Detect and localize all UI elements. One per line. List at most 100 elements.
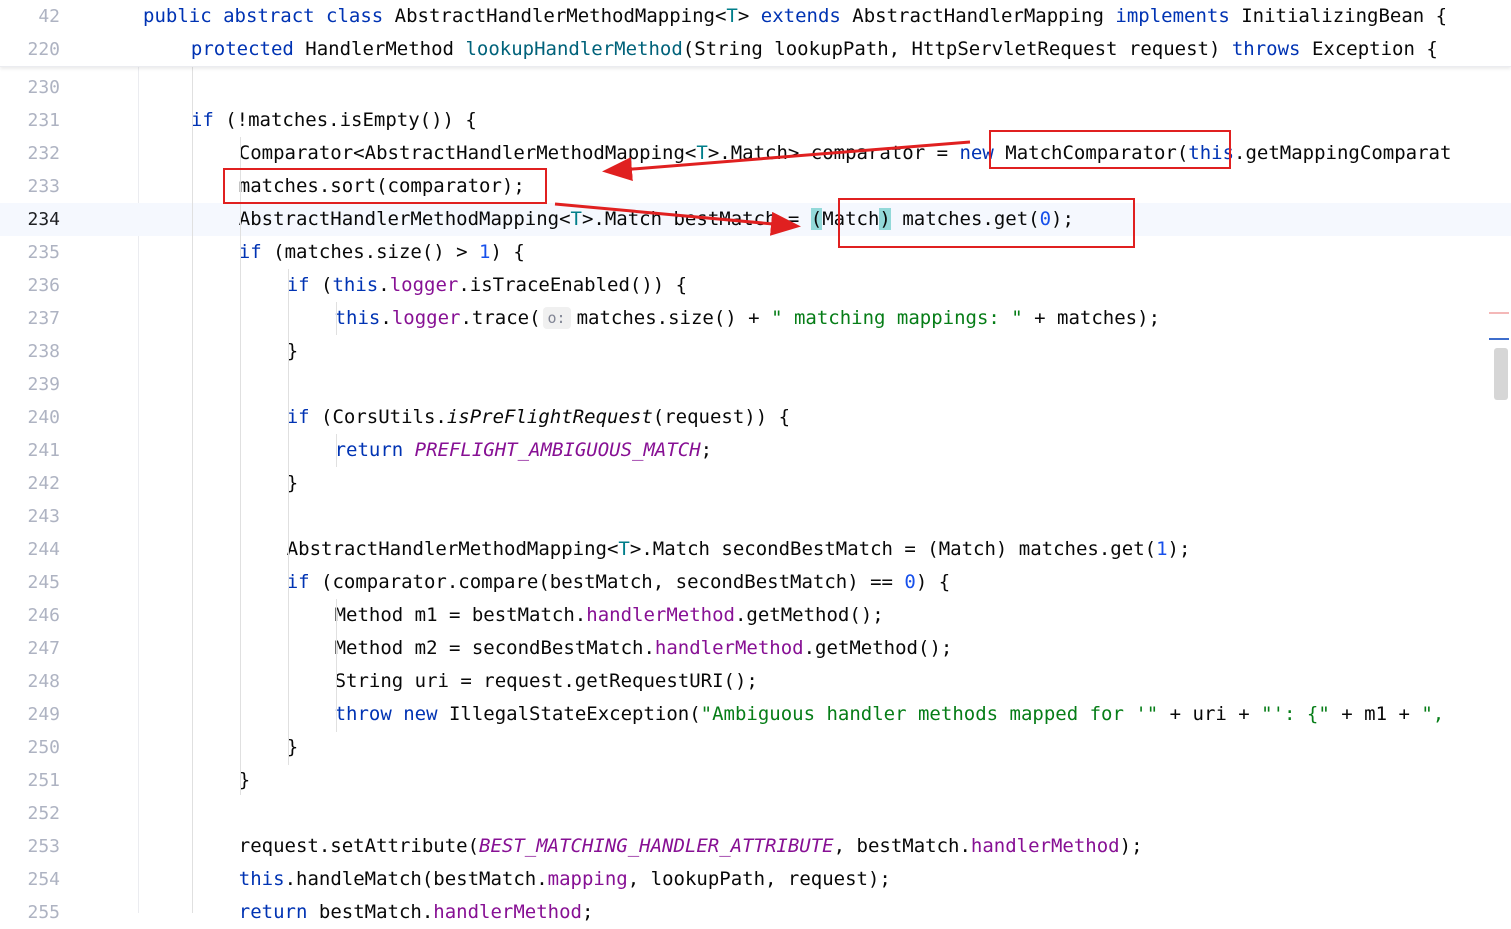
line-number[interactable]: 252 bbox=[0, 797, 60, 830]
code-token: this bbox=[238, 868, 285, 890]
code-token: (String lookupPath, HttpServletRequest r… bbox=[682, 38, 1232, 60]
annotation-box-cast-get bbox=[838, 198, 1135, 248]
code-token: return bbox=[334, 439, 415, 461]
indent-guide bbox=[336, 599, 337, 732]
line-number[interactable]: 234 bbox=[0, 203, 60, 236]
code-token: ); bbox=[1167, 538, 1191, 560]
code-line[interactable]: 242} bbox=[0, 467, 1511, 500]
code-line[interactable]: 253 request.setAttribute(BEST_MATCHING_HA… bbox=[0, 830, 1511, 863]
code-token: ( bbox=[810, 208, 823, 230]
code-token: .getMethod(); bbox=[734, 604, 884, 626]
line-number[interactable]: 246 bbox=[0, 599, 60, 632]
line-content: if (CorsUtils.isPreFlightRequest(request… bbox=[287, 401, 790, 434]
code-editor[interactable]: 42 public abstract class AbstractHandlerM… bbox=[0, 0, 1511, 923]
line-number[interactable]: 254 bbox=[0, 863, 60, 896]
code-token: if bbox=[286, 406, 322, 428]
line-number[interactable]: 253 bbox=[0, 830, 60, 863]
line-number[interactable]: 232 bbox=[0, 137, 60, 170]
code-line[interactable]: 230 bbox=[0, 71, 1511, 104]
line-number[interactable]: 239 bbox=[0, 368, 60, 401]
code-token: Exception { bbox=[1311, 38, 1438, 60]
code-line[interactable]: 240 if (CorsUtils.isPreFlightRequest(requ… bbox=[0, 401, 1511, 434]
code-line[interactable]: 238} bbox=[0, 335, 1511, 368]
line-number[interactable]: 242 bbox=[0, 467, 60, 500]
code-token: . bbox=[378, 274, 390, 296]
line-number[interactable]: 250 bbox=[0, 731, 60, 764]
line-number[interactable]: 245 bbox=[0, 566, 60, 599]
line-number[interactable]: 231 bbox=[0, 104, 60, 137]
code-line[interactable]: 244 AbstractHandlerMethodMapping<T>.Match… bbox=[0, 533, 1511, 566]
code-token: (matches.size() > bbox=[273, 241, 480, 263]
vertical-scrollbar-thumb[interactable] bbox=[1494, 348, 1508, 400]
code-token: Method m2 = secondBestMatch. bbox=[334, 637, 655, 659]
line-content: if (matches.size() > 1) { bbox=[239, 236, 525, 269]
code-token: " matching mappings: " bbox=[771, 307, 1023, 329]
code-token: T bbox=[570, 208, 582, 230]
code-line[interactable]: 247 Method m2 = secondBestMatch.handlerMe… bbox=[0, 632, 1511, 665]
code-line[interactable]: 235 if (matches.size() > 1) { bbox=[0, 236, 1511, 269]
line-number[interactable]: 235 bbox=[0, 236, 60, 269]
code-line[interactable]: 232 Comparator<AbstractHandlerMethodMappi… bbox=[0, 137, 1511, 170]
code-token: 1 bbox=[479, 241, 491, 263]
line-number[interactable]: 249 bbox=[0, 698, 60, 731]
code-token: (!matches.isEmpty()) { bbox=[225, 109, 477, 131]
code-line[interactable]: 249 throw new IllegalStateException("Ambi… bbox=[0, 698, 1511, 731]
code-line[interactable]: 245 if (comparator.compare(bestMatch, sec… bbox=[0, 566, 1511, 599]
code-line[interactable]: 220 protected HandlerMethod lookupHandler… bbox=[0, 33, 1511, 66]
line-number[interactable]: 233 bbox=[0, 170, 60, 203]
code-token: public abstract class bbox=[143, 5, 395, 27]
code-line[interactable]: 42 public abstract class AbstractHandlerM… bbox=[0, 0, 1511, 33]
code-line[interactable]: 234 AbstractHandlerMethodMapping<T>.Match… bbox=[0, 203, 1511, 236]
line-number[interactable]: 247 bbox=[0, 632, 60, 665]
scrollbar-marker-caret[interactable] bbox=[1489, 338, 1509, 340]
sticky-scroll-header[interactable]: 42 public abstract class AbstractHandlerM… bbox=[0, 0, 1511, 67]
code-token: return bbox=[238, 901, 319, 923]
indent-guide bbox=[240, 137, 241, 795]
line-number[interactable]: 237 bbox=[0, 302, 60, 335]
line-content: if (this.logger.isTraceEnabled()) { bbox=[287, 269, 687, 302]
code-token: Comparator<AbstractHandlerMethodMapping< bbox=[238, 142, 697, 164]
code-line[interactable]: 237 this.logger.trace(o: matches.size() + … bbox=[0, 302, 1511, 335]
indent-guide bbox=[336, 302, 337, 335]
code-line[interactable]: 248 String uri = request.getRequestURI(); bbox=[0, 665, 1511, 698]
line-number[interactable]: 244 bbox=[0, 533, 60, 566]
code-line[interactable]: 241 return PREFLIGHT_AMBIGUOUS_MATCH; bbox=[0, 434, 1511, 467]
code-token: handlerMethod bbox=[586, 604, 735, 626]
line-number[interactable]: 42 bbox=[0, 0, 60, 33]
line-number[interactable]: 248 bbox=[0, 665, 60, 698]
scrollbar-marker-warning[interactable] bbox=[1489, 312, 1509, 314]
code-token: ) { bbox=[490, 241, 525, 263]
code-token: if bbox=[190, 109, 226, 131]
code-token: > bbox=[737, 5, 761, 27]
code-line[interactable]: 252 bbox=[0, 797, 1511, 830]
code-token: request.setAttribute( bbox=[238, 835, 480, 857]
line-number[interactable]: 220 bbox=[0, 33, 60, 66]
code-token: .isTraceEnabled()) { bbox=[458, 274, 688, 296]
code-token: handlerMethod bbox=[433, 901, 582, 923]
line-number[interactable]: 240 bbox=[0, 401, 60, 434]
indent-guide bbox=[336, 434, 337, 467]
code-token: >.Match bestMatch = bbox=[581, 208, 811, 230]
line-number[interactable]: 236 bbox=[0, 269, 60, 302]
code-token: IllegalStateException( bbox=[448, 703, 701, 725]
code-line[interactable]: 236 if (this.logger.isTraceEnabled()) { bbox=[0, 269, 1511, 302]
code-line[interactable]: 254 this.handleMatch(bestMatch.mapping, l… bbox=[0, 863, 1511, 896]
line-number[interactable]: 251 bbox=[0, 764, 60, 797]
code-line[interactable]: 231 if (!matches.isEmpty()) { bbox=[0, 104, 1511, 137]
code-line[interactable]: 239 bbox=[0, 368, 1511, 401]
annotation-box-matches-sort bbox=[223, 168, 547, 204]
code-line[interactable]: 251} bbox=[0, 764, 1511, 797]
indent-guide bbox=[288, 269, 289, 765]
code-line[interactable]: 246 Method m1 = bestMatch.handlerMethod.g… bbox=[0, 599, 1511, 632]
line-number[interactable]: 243 bbox=[0, 500, 60, 533]
line-number[interactable]: 230 bbox=[0, 71, 60, 104]
code-line[interactable]: 250} bbox=[0, 731, 1511, 764]
line-content: Method m1 = bestMatch.handlerMethod.getM… bbox=[335, 599, 884, 632]
code-token: T bbox=[618, 538, 630, 560]
code-token: Method m1 = bestMatch. bbox=[334, 604, 587, 626]
code-line[interactable]: 243 bbox=[0, 500, 1511, 533]
line-number[interactable]: 241 bbox=[0, 434, 60, 467]
code-token: (comparator.compare(bestMatch, secondBes… bbox=[321, 571, 905, 593]
code-token: . bbox=[380, 307, 392, 329]
line-number[interactable]: 238 bbox=[0, 335, 60, 368]
